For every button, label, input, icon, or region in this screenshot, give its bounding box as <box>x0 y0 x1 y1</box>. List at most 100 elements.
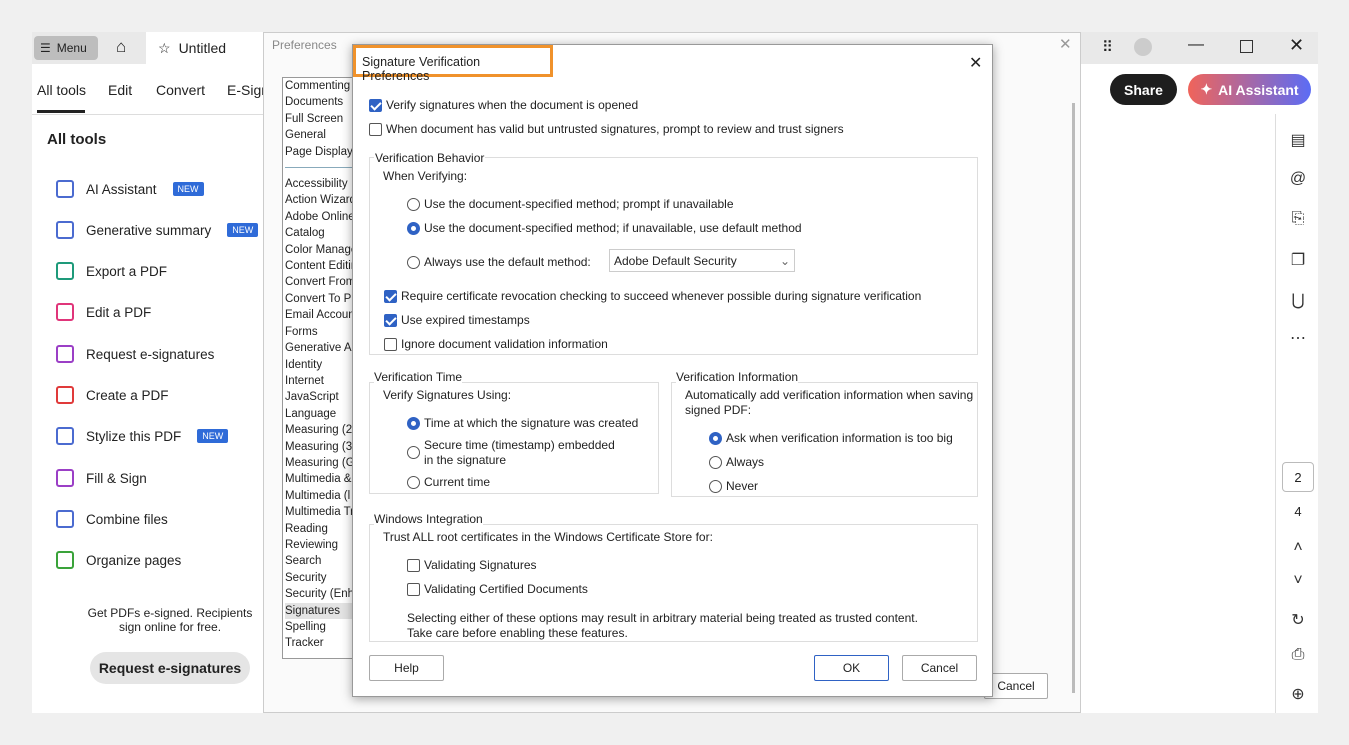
tab-edit[interactable]: Edit <box>108 82 132 98</box>
category-item[interactable]: Content Editin <box>285 258 353 274</box>
attachments-icon[interactable]: ⋃ <box>1288 290 1308 310</box>
category-item[interactable]: Spelling <box>285 619 353 635</box>
method-always-default-radio[interactable]: Always use the default method: <box>407 255 591 269</box>
category-item[interactable]: Internet <box>285 373 353 389</box>
minimize-button[interactable]: — <box>1188 36 1204 54</box>
comment-icon[interactable]: @ <box>1288 170 1308 188</box>
ai-assistant-button[interactable]: ✦AI Assistant <box>1188 74 1311 105</box>
tab-all-tools[interactable]: All tools <box>37 82 86 98</box>
pages-icon[interactable]: ❐ <box>1288 250 1308 270</box>
category-item[interactable]: Full Screen <box>285 111 353 127</box>
time-created-radio[interactable]: Time at which the signature was created <box>407 416 638 430</box>
page-up-icon[interactable]: ˄ <box>1288 539 1308 557</box>
tool-combine-files[interactable]: Combine files <box>56 510 168 528</box>
category-item[interactable]: Forms <box>285 324 353 340</box>
scrollbar[interactable] <box>1072 103 1075 693</box>
category-item[interactable]: Generative AI <box>285 340 353 356</box>
cancel-button[interactable]: Cancel <box>902 655 977 681</box>
time-secure-label: Secure time (timestamp) embeddedin the s… <box>424 438 615 468</box>
close-window-button[interactable]: ✕ <box>1289 35 1304 56</box>
category-item[interactable]: Signatures <box>285 603 353 619</box>
ok-button[interactable]: OK <box>814 655 889 681</box>
tool-organize-pages[interactable]: Organize pages <box>56 551 181 569</box>
ai-assistant-icon <box>56 180 74 198</box>
category-item[interactable]: Email Accoun <box>285 307 353 323</box>
category-item[interactable]: Security (Enha <box>285 586 353 602</box>
category-item[interactable]: Color Manage <box>285 242 353 258</box>
bookmark-icon[interactable]: ⎘ <box>1288 210 1308 228</box>
summary-icon[interactable]: ▤ <box>1288 130 1308 150</box>
category-item[interactable]: Language <box>285 406 353 422</box>
zoom-in-icon[interactable]: ⊕ <box>1288 684 1308 704</box>
tool-generative-summary[interactable]: Generative summaryNEW <box>56 221 258 239</box>
method-select[interactable]: Adobe Default Security⌄ <box>609 249 795 272</box>
page-number-input[interactable]: 2 <box>1282 462 1314 492</box>
info-desc: Automatically add verification informati… <box>685 388 975 418</box>
method-default-radio[interactable]: Use the document-specified method; if un… <box>407 221 802 235</box>
tool-fill-sign[interactable]: Fill & Sign <box>56 469 147 487</box>
category-item[interactable]: General <box>285 127 353 143</box>
method-prompt-radio[interactable]: Use the document-specified method; promp… <box>407 197 734 211</box>
category-item[interactable]: Action Wizard <box>285 192 353 208</box>
category-item[interactable]: Convert From <box>285 274 353 290</box>
maximize-button[interactable] <box>1240 40 1253 53</box>
time-current-radio[interactable]: Current time <box>407 475 490 489</box>
info-always-radio[interactable]: Always <box>709 455 764 469</box>
category-item[interactable]: Convert To PD <box>285 291 353 307</box>
category-item[interactable]: Commenting <box>285 78 353 94</box>
verify-on-open-checkbox[interactable]: Verify signatures when the document is o… <box>369 98 638 112</box>
category-item[interactable]: Multimedia Tr <box>285 504 353 520</box>
document-tab[interactable]: ☆Untitled <box>146 32 264 64</box>
category-item[interactable]: Documents <box>285 94 353 110</box>
category-item[interactable]: Identity <box>285 357 353 373</box>
category-item[interactable]: Catalog <box>285 225 353 241</box>
validating-signatures-checkbox[interactable]: Validating Signatures <box>407 558 537 572</box>
tool-stylize-pdf[interactable]: Stylize this PDFNEW <box>56 427 228 445</box>
tool-request-esign[interactable]: Request e-signatures <box>56 345 214 363</box>
tool-export-pdf[interactable]: Export a PDF <box>56 262 167 280</box>
dialog-close-button[interactable]: ✕ <box>969 53 982 73</box>
home-icon[interactable]: ⌂ <box>116 37 126 57</box>
help-button[interactable]: Help <box>369 655 444 681</box>
refresh-icon[interactable]: ↻ <box>1288 610 1308 630</box>
validating-certified-checkbox[interactable]: Validating Certified Documents <box>407 582 588 596</box>
category-item[interactable]: Page Display <box>285 144 353 160</box>
fill-sign-icon <box>56 469 74 487</box>
ignore-validation-checkbox[interactable]: Ignore document validation information <box>384 337 608 351</box>
request-esignatures-button[interactable]: Request e-signatures <box>90 652 250 684</box>
tool-create-pdf[interactable]: Create a PDF <box>56 386 169 404</box>
menu-button[interactable]: ☰Menu <box>34 36 98 60</box>
preferences-cancel-button[interactable]: Cancel <box>984 673 1048 699</box>
avatar[interactable] <box>1134 38 1152 56</box>
categories-list[interactable]: CommentingDocumentsFull ScreenGeneralPag… <box>282 77 354 659</box>
category-item[interactable]: Accessibility <box>285 176 353 192</box>
more-icon[interactable]: ⋯ <box>1288 328 1308 348</box>
category-item[interactable]: Reading <box>285 521 353 537</box>
category-item[interactable]: Adobe Online <box>285 209 353 225</box>
tool-ai-assistant[interactable]: AI AssistantNEW <box>56 180 204 198</box>
page-fit-icon[interactable]: ⎙ <box>1288 646 1308 664</box>
category-item[interactable]: Search <box>285 553 353 569</box>
share-button[interactable]: Share <box>1110 74 1177 105</box>
star-icon[interactable]: ☆ <box>158 40 171 57</box>
page-down-icon[interactable]: ˅ <box>1288 572 1308 590</box>
category-item[interactable]: JavaScript <box>285 389 353 405</box>
time-secure-radio[interactable] <box>407 445 424 459</box>
category-item[interactable]: Measuring (3D <box>285 439 353 455</box>
revocation-checkbox[interactable]: Require certificate revocation checking … <box>384 289 921 303</box>
category-item[interactable]: Reviewing <box>285 537 353 553</box>
preferences-close-button[interactable]: ✕ <box>1059 35 1072 53</box>
prompt-untrusted-checkbox[interactable]: When document has valid but untrusted si… <box>369 122 844 136</box>
category-item[interactable]: Measuring (G <box>285 455 353 471</box>
category-item[interactable]: Tracker <box>285 635 353 651</box>
category-item[interactable]: Measuring (2D <box>285 422 353 438</box>
category-item[interactable]: Multimedia & <box>285 471 353 487</box>
apps-grid-icon[interactable]: ⠿ <box>1102 38 1113 56</box>
info-ask-radio[interactable]: Ask when verification information is too… <box>709 431 953 445</box>
tool-edit-pdf[interactable]: Edit a PDF <box>56 303 151 321</box>
category-item[interactable]: Multimedia (l <box>285 488 353 504</box>
info-never-radio[interactable]: Never <box>709 479 758 493</box>
category-item[interactable]: Security <box>285 570 353 586</box>
tab-convert[interactable]: Convert <box>156 82 205 98</box>
expired-timestamps-checkbox[interactable]: Use expired timestamps <box>384 313 530 327</box>
